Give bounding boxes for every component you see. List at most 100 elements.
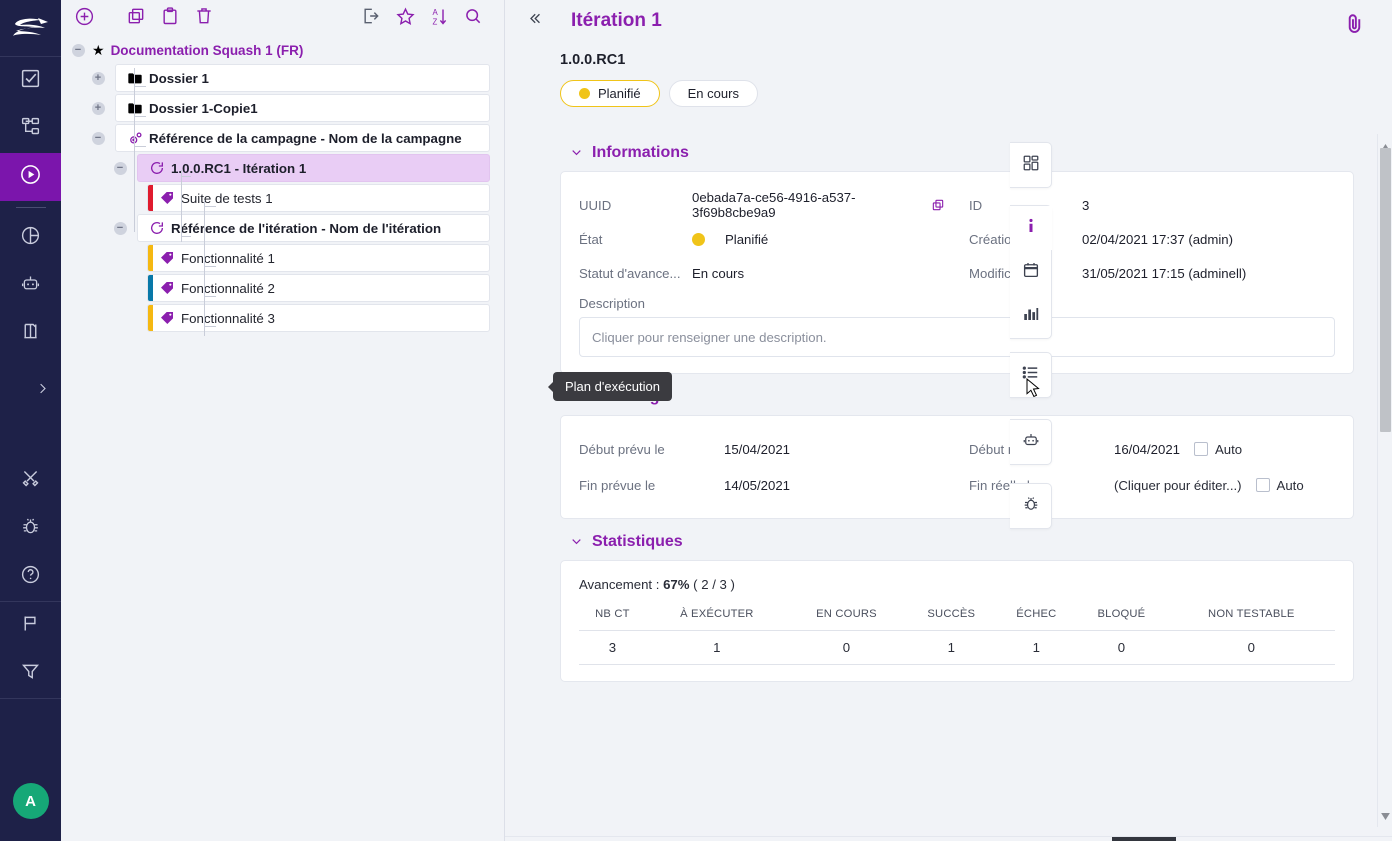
- avatar[interactable]: A: [13, 783, 49, 819]
- nav-item-bugtracker[interactable]: [0, 505, 61, 553]
- nav-item-test-cases[interactable]: [0, 105, 61, 153]
- node-toggle[interactable]: −: [89, 129, 107, 147]
- star-icon: ★: [92, 43, 105, 57]
- tree-item-dossier-1-copie1[interactable]: Dossier 1-Copie1: [115, 94, 490, 122]
- nav-item-milestones[interactable]: [0, 602, 61, 650]
- tree-row: + Dossier 1-Copie1: [61, 93, 504, 123]
- tree-item-label: Dossier 1-Copie1: [149, 101, 258, 116]
- chevron-double-left-icon: [526, 10, 543, 32]
- minus-icon: −: [72, 44, 85, 57]
- field-label: Statut d'avance...: [579, 266, 692, 281]
- tree-row: − Référence de l'itération - Nom de l'it…: [61, 213, 504, 243]
- tag-icon: [153, 190, 181, 206]
- field-label: UUID: [579, 198, 692, 213]
- folder-icon: [121, 70, 149, 86]
- tab-automation[interactable]: [1010, 420, 1052, 464]
- nav-item-reports[interactable]: [0, 214, 61, 262]
- export-button[interactable]: [354, 4, 388, 34]
- auto-label: Auto: [1277, 478, 1304, 493]
- section-header-informations[interactable]: Informations: [570, 144, 1354, 162]
- collapse-panel-button[interactable]: [521, 8, 547, 34]
- scrollbar-thumb[interactable]: [1380, 148, 1391, 432]
- info-icon: [1022, 216, 1040, 241]
- search-button[interactable]: [456, 4, 490, 34]
- tab-bugs[interactable]: [1010, 484, 1052, 528]
- add-button[interactable]: [67, 4, 101, 34]
- paste-button[interactable]: [153, 4, 187, 34]
- tab-dashboard[interactable]: [1010, 143, 1052, 187]
- vertical-scrollbar[interactable]: [1377, 134, 1392, 827]
- question-circle-icon: [20, 564, 41, 590]
- tree-item-suite-de-tests-1[interactable]: Suite de tests 1: [147, 184, 490, 212]
- nav-item-requirements[interactable]: [0, 57, 61, 105]
- attachment-button[interactable]: [1343, 12, 1366, 40]
- tab-statistics[interactable]: [1010, 294, 1052, 338]
- nav-item-filter[interactable]: [0, 650, 61, 698]
- tree-connector: [204, 326, 216, 327]
- tree-row: Fonctionnalité 2: [61, 273, 504, 303]
- sort-button[interactable]: A Z: [422, 4, 456, 34]
- tree-item-dossier-1[interactable]: Dossier 1: [115, 64, 490, 92]
- tree-connector: [134, 86, 146, 87]
- planning-grid: Début prévu le 15/04/2021 Début réel le …: [579, 432, 1335, 502]
- field-label: Fin prévue le: [579, 478, 724, 493]
- node-toggle[interactable]: +: [89, 69, 107, 87]
- status-chip-planifie[interactable]: Planifié: [560, 80, 660, 107]
- field-uuid: UUID 0ebada7a-ce56-4916-a537-3f69b8cbe9a…: [579, 188, 945, 222]
- nav-item-automation[interactable]: [0, 262, 61, 310]
- node-toggle[interactable]: +: [89, 99, 107, 117]
- tree-item-label: Référence de l'itération - Nom de l'itér…: [171, 221, 441, 236]
- node-toggle[interactable]: −: [111, 159, 129, 177]
- col-en-cours: EN COURS: [788, 608, 905, 631]
- tree-connector: [181, 176, 191, 177]
- tab-informations[interactable]: [1010, 206, 1052, 250]
- tree-item-fonctionnalite-2[interactable]: Fonctionnalité 2: [147, 274, 490, 302]
- nav-item-help[interactable]: [0, 553, 61, 601]
- tab-calendar[interactable]: [1010, 250, 1052, 294]
- tools-icon: [20, 468, 41, 494]
- root-toggle[interactable]: −: [69, 41, 87, 59]
- nav-item-library[interactable]: [0, 310, 61, 358]
- nav-item-campaigns[interactable]: [0, 153, 61, 201]
- field-value: Planifié: [725, 232, 768, 247]
- tree-item-reference-iteration[interactable]: Référence de l'itération - Nom de l'itér…: [137, 214, 490, 242]
- nav-item-administration[interactable]: [0, 457, 61, 505]
- tree-item-iteration-1[interactable]: 1.0.0.RC1 - Itération 1: [137, 154, 490, 182]
- tree-item-campagne[interactable]: Référence de la campagne - Nom de la cam…: [115, 124, 490, 152]
- tree-root-node[interactable]: − ★ Documentation Squash 1 (FR): [61, 37, 504, 63]
- informations-card: UUID 0ebada7a-ce56-4916-a537-3f69b8cbe9a…: [560, 171, 1354, 374]
- field-value[interactable]: (Cliquer pour éditer...): [1114, 478, 1242, 493]
- tree-item-fonctionnalite-1[interactable]: Fonctionnalité 1: [147, 244, 490, 272]
- field-value[interactable]: 15/04/2021: [724, 442, 790, 457]
- tree-row: Suite de tests 1: [61, 183, 504, 213]
- field-value[interactable]: 14/05/2021: [724, 478, 790, 493]
- section-header-planning[interactable]: Planning: [570, 388, 1354, 406]
- checkbox-icon: [20, 68, 41, 94]
- section-header-statistiques[interactable]: Statistiques: [570, 533, 1354, 551]
- primary-nav-rail: A: [0, 0, 61, 841]
- horizontal-scrollbar[interactable]: [505, 836, 1392, 841]
- description-input[interactable]: Cliquer pour renseigner une description.: [579, 317, 1335, 357]
- scrollbar-thumb-horizontal[interactable]: [1112, 837, 1176, 841]
- copy-button[interactable]: [119, 4, 153, 34]
- col-succes: SUCCÈS: [905, 608, 997, 631]
- funnel-icon: [20, 661, 41, 687]
- nav-expand-button[interactable]: [0, 371, 61, 411]
- copy-icon[interactable]: [931, 198, 945, 212]
- auto-checkbox-fin-reelle[interactable]: [1256, 478, 1270, 492]
- field-fin-prevue: Fin prévue le 14/05/2021: [579, 468, 945, 502]
- tree-item-fonctionnalite-3[interactable]: Fonctionnalité 3: [147, 304, 490, 332]
- auto-checkbox-debut-reel[interactable]: [1194, 442, 1208, 456]
- robot-icon: [20, 273, 41, 299]
- sort-az-icon: A Z: [429, 6, 450, 32]
- tree-item-label: Référence de la campagne - Nom de la cam…: [149, 131, 462, 146]
- node-toggle[interactable]: −: [111, 219, 129, 237]
- bug-icon: [20, 516, 41, 542]
- main-content: Itération 1 1.0.0.RC1 Planifié En cours: [505, 0, 1392, 841]
- field-value[interactable]: 16/04/2021: [1114, 442, 1180, 457]
- squash-logo[interactable]: [0, 0, 61, 57]
- status-chip-en-cours[interactable]: En cours: [669, 80, 758, 107]
- favorite-button[interactable]: [388, 4, 422, 34]
- delete-button[interactable]: [187, 4, 221, 34]
- scroll-down-arrow-icon[interactable]: [1381, 807, 1390, 825]
